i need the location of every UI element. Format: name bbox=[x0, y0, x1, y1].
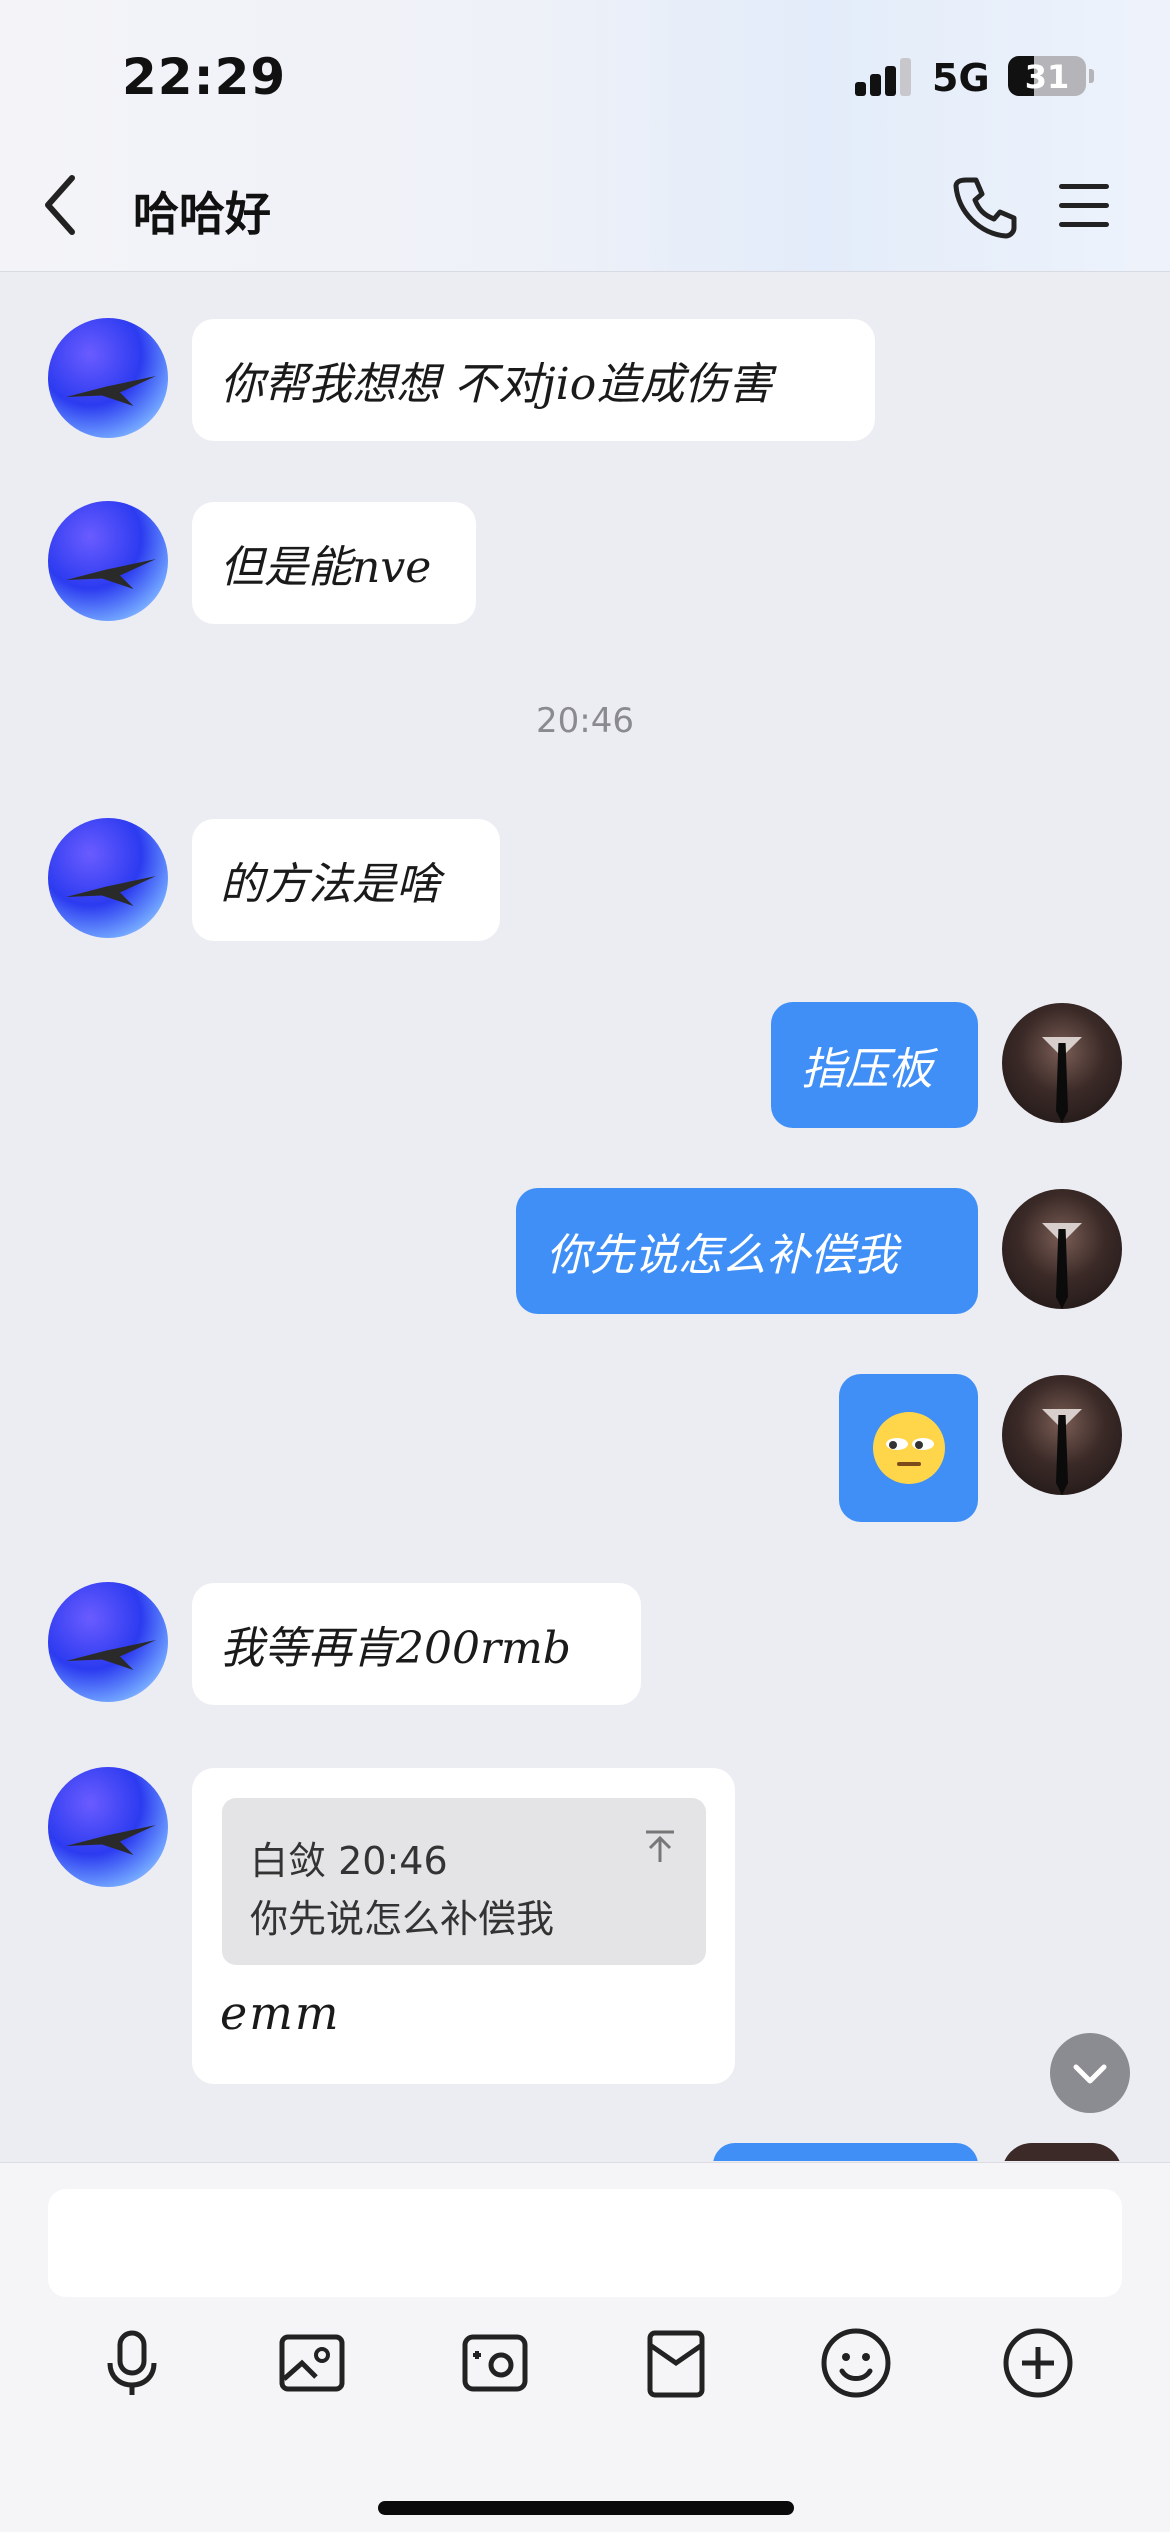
contact-avatar[interactable] bbox=[48, 1582, 168, 1702]
contact-avatar[interactable] bbox=[48, 501, 168, 621]
scroll-to-bottom-button[interactable] bbox=[1050, 2033, 1130, 2113]
message-bubble-self[interactable]: 指压板 bbox=[771, 1002, 978, 1128]
message-text: 指压板 bbox=[801, 1044, 933, 1095]
chevron-down-icon bbox=[1073, 2064, 1107, 2084]
input-bar bbox=[0, 2162, 1170, 2532]
message-bubble-self[interactable]: 你先说怎么补偿我 bbox=[516, 1188, 978, 1314]
microphone-icon[interactable] bbox=[92, 2323, 172, 2403]
jump-to-quote-icon[interactable] bbox=[640, 1826, 680, 1866]
menu-icon[interactable] bbox=[1055, 176, 1115, 236]
quoted-message[interactable]: 白敛 20:46 你先说怎么补偿我 bbox=[222, 1798, 706, 1965]
battery-tip bbox=[1089, 69, 1094, 83]
message-text: 你帮我想想 不对jio造成伤害 bbox=[220, 359, 773, 410]
self-avatar[interactable] bbox=[1002, 2143, 1122, 2161]
contact-avatar[interactable] bbox=[48, 1767, 168, 1887]
message-text: emm bbox=[220, 1986, 341, 2040]
quote-time: 20:46 bbox=[338, 1839, 448, 1883]
camera-icon[interactable] bbox=[455, 2323, 535, 2403]
chat-title: 哈哈好 bbox=[133, 187, 271, 241]
plus-icon[interactable] bbox=[998, 2323, 1078, 2403]
chat-screen: 22:29 5G 31 哈哈好 你帮我想想 不对jio造成伤害 但是能nve 2… bbox=[0, 0, 1170, 2532]
quote-message-bubble[interactable]: 白敛 20:46 你先说怎么补偿我 emm bbox=[192, 1768, 735, 2084]
quote-sender: 白敛 bbox=[250, 1839, 327, 1883]
message-bubble-self[interactable] bbox=[713, 2143, 978, 2161]
quote-text: 你先说怎么补偿我 bbox=[250, 1897, 555, 1941]
message-input[interactable] bbox=[48, 2189, 1122, 2297]
emoji-icon bbox=[872, 1412, 945, 1484]
status-time: 22:29 bbox=[122, 48, 287, 106]
quote-meta: 白敛 20:46 bbox=[250, 1830, 448, 1885]
message-list[interactable]: 你帮我想想 不对jio造成伤害 但是能nve 20:46 的方法是啥 指压板 你… bbox=[0, 273, 1170, 2161]
battery-level: 31 bbox=[1024, 58, 1070, 96]
network-type: 5G bbox=[932, 56, 990, 100]
message-text: 我等再肯200rmb bbox=[220, 1623, 571, 1674]
self-avatar[interactable] bbox=[1002, 1003, 1122, 1123]
home-indicator[interactable] bbox=[378, 2501, 794, 2515]
battery-icon: 31 bbox=[1008, 56, 1086, 96]
message-bubble[interactable]: 我等再肯200rmb bbox=[192, 1583, 641, 1705]
emoji-icon[interactable] bbox=[816, 2323, 896, 2403]
message-bubble-self[interactable] bbox=[839, 1374, 978, 1522]
message-text: 的方法是啥 bbox=[220, 859, 440, 910]
back-arrow-icon[interactable] bbox=[36, 170, 96, 240]
phone-icon[interactable] bbox=[950, 172, 1020, 242]
timestamp: 20:46 bbox=[536, 701, 634, 741]
contact-avatar[interactable] bbox=[48, 318, 168, 438]
image-icon[interactable] bbox=[272, 2323, 352, 2403]
top-bar: 22:29 5G 31 哈哈好 bbox=[0, 0, 1170, 272]
message-text: 但是能nve bbox=[220, 542, 432, 593]
signal-icon bbox=[855, 56, 915, 96]
self-avatar[interactable] bbox=[1002, 1375, 1122, 1495]
message-bubble[interactable]: 但是能nve bbox=[192, 502, 476, 624]
self-avatar[interactable] bbox=[1002, 1189, 1122, 1309]
message-bubble[interactable]: 你帮我想想 不对jio造成伤害 bbox=[192, 319, 875, 441]
red-packet-icon[interactable] bbox=[636, 2323, 716, 2403]
contact-avatar[interactable] bbox=[48, 818, 168, 938]
message-bubble[interactable]: 的方法是啥 bbox=[192, 819, 500, 941]
message-text: 你先说怎么补偿我 bbox=[546, 1230, 898, 1281]
